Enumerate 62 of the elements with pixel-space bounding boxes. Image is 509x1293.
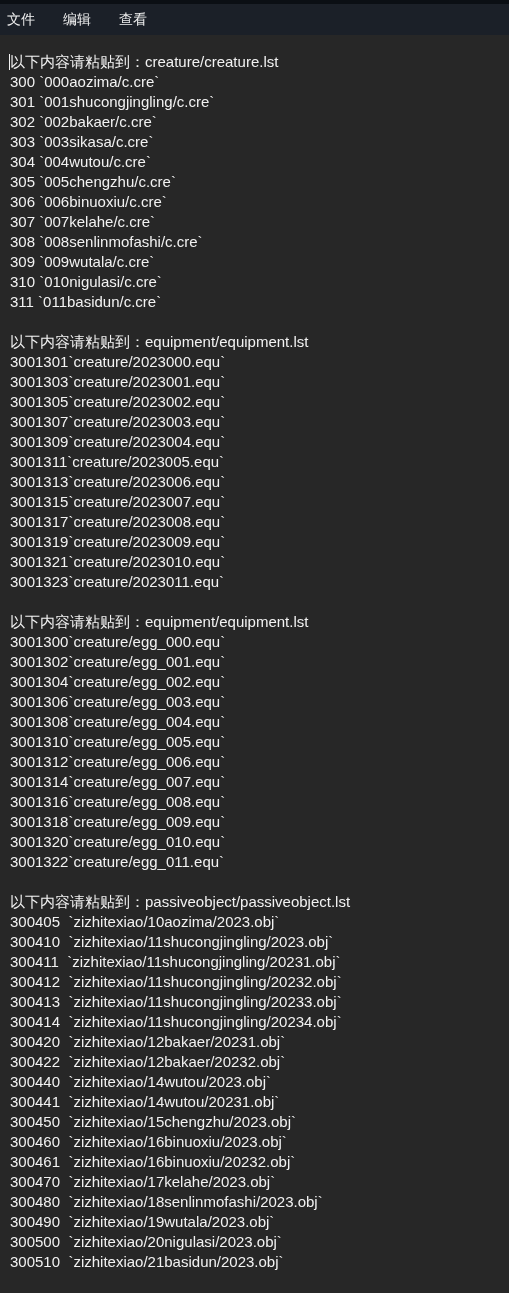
text-line: 以下内容请粘贴到：passiveobject/passiveobject.lst <box>10 892 352 912</box>
text-line: 3001317`creature/2023008.equ` <box>10 512 227 532</box>
text-line: 3001300`creature/egg_000.equ` <box>10 632 227 652</box>
text-line: 3001308`creature/egg_004.equ` <box>10 712 227 732</box>
text-line: 310 `010nigulasi/c.cre` <box>10 272 163 292</box>
text-line: 300440 `zizhitexiao/14wutou/2023.obj` <box>10 1072 272 1092</box>
text-cursor <box>9 54 10 70</box>
text-line: 300480 `zizhitexiao/18senlinmofashi/2023.obj` <box>10 1192 324 1212</box>
text-line: 300413 `zizhitexiao/11shucongjingling/20233.obj` <box>10 992 343 1012</box>
text-line: 以下内容请粘贴到：creature/creature.lst <box>10 52 280 72</box>
text-line: 300411 `zizhitexiao/11shucongjingling/20231.obj` <box>10 952 342 972</box>
text-line: 302 `002bakaer/c.cre` <box>10 112 158 132</box>
text-line: 304 `004wutou/c.cre` <box>10 152 152 172</box>
text-line: 308 `008senlinmofashi/c.cre` <box>10 232 204 252</box>
text-line: 3001319`creature/2023009.equ` <box>10 532 227 552</box>
text-line: 3001322`creature/egg_011.equ` <box>10 852 226 872</box>
text-line: 300500 `zizhitexiao/20nigulasi/2023.obj` <box>10 1232 283 1252</box>
text-line: 300450 `zizhitexiao/15chengzhu/2023.obj` <box>10 1112 298 1132</box>
text-line: 305 `005chengzhu/c.cre` <box>10 172 177 192</box>
text-line: 3001323`creature/2023011.equ` <box>10 572 226 592</box>
text-line: 300405 `zizhitexiao/10aozima/2023.obj` <box>10 912 281 932</box>
text-line: 300410 `zizhitexiao/11shucongjingling/2023.obj` <box>10 932 335 952</box>
text-line: 3001310`creature/egg_005.equ` <box>10 732 227 752</box>
text-line: 300441 `zizhitexiao/14wutou/20231.obj` <box>10 1092 281 1112</box>
text-line: 300460 `zizhitexiao/16binuoxiu/2023.obj` <box>10 1132 288 1152</box>
text-line: 以下内容请粘贴到：equipment/equipment.lst <box>10 332 310 352</box>
text-line: 3001307`creature/2023003.equ` <box>10 412 227 432</box>
menu-item[interactable]: 文件 <box>7 10 35 29</box>
text-line: 3001302`creature/egg_001.equ` <box>10 652 227 672</box>
text-line: 3001314`creature/egg_007.equ` <box>10 772 227 792</box>
text-line: 300490 `zizhitexiao/19wutala/2023.obj` <box>10 1212 276 1232</box>
text-line: 307 `007kelahe/c.cre` <box>10 212 157 232</box>
text-line: 3001311`creature/2023005.equ` <box>10 452 226 472</box>
text-line: 300412 `zizhitexiao/11shucongjingling/20232.obj` <box>10 972 343 992</box>
text-line: 3001318`creature/egg_009.equ` <box>10 812 227 832</box>
text-line: 3001316`creature/egg_008.equ` <box>10 792 227 812</box>
text-line: 3001309`creature/2023004.equ` <box>10 432 227 452</box>
text-line: 309 `009wutala/c.cre` <box>10 252 156 272</box>
text-line: 3001315`creature/2023007.equ` <box>10 492 227 512</box>
text-line: 306 `006binuoxiu/c.cre` <box>10 192 168 212</box>
text-line: 300510 `zizhitexiao/21basidun/2023.obj` <box>10 1252 285 1272</box>
text-line: 3001306`creature/egg_003.equ` <box>10 692 227 712</box>
text-line: 301 `001shucongjingling/c.cre` <box>10 92 216 112</box>
text-line: 以下内容请粘贴到：equipment/equipment.lst <box>10 612 310 632</box>
text-line: 300422 `zizhitexiao/12bakaer/20232.obj` <box>10 1052 287 1072</box>
text-line: 300461 `zizhitexiao/16binuoxiu/20232.obj` <box>10 1152 297 1172</box>
text-line: 303 `003sikasa/c.cre` <box>10 132 155 152</box>
text-line: 311 `011basidun/c.cre` <box>10 292 163 312</box>
text-line: 300470 `zizhitexiao/17kelahe/2023.obj` <box>10 1172 277 1192</box>
text-line: 3001312`creature/egg_006.equ` <box>10 752 227 772</box>
text-line: 3001313`creature/2023006.equ` <box>10 472 227 492</box>
text-line: 300414 `zizhitexiao/11shucongjingling/20234.obj` <box>10 1012 343 1032</box>
text-line: 300 `000aozima/c.cre` <box>10 72 161 92</box>
text-line: 3001305`creature/2023002.equ` <box>10 392 227 412</box>
menu-item[interactable]: 编辑 <box>63 10 91 29</box>
text-line: 3001303`creature/2023001.equ` <box>10 372 227 392</box>
text-line: 3001301`creature/2023000.equ` <box>10 352 227 372</box>
text-line: 3001320`creature/egg_010.equ` <box>10 832 227 852</box>
menu-item[interactable]: 查看 <box>119 10 147 29</box>
text-line: 3001304`creature/egg_002.equ` <box>10 672 227 692</box>
text-line: 300420 `zizhitexiao/12bakaer/20231.obj` <box>10 1032 287 1052</box>
text-line: 3001321`creature/2023010.equ` <box>10 552 227 572</box>
